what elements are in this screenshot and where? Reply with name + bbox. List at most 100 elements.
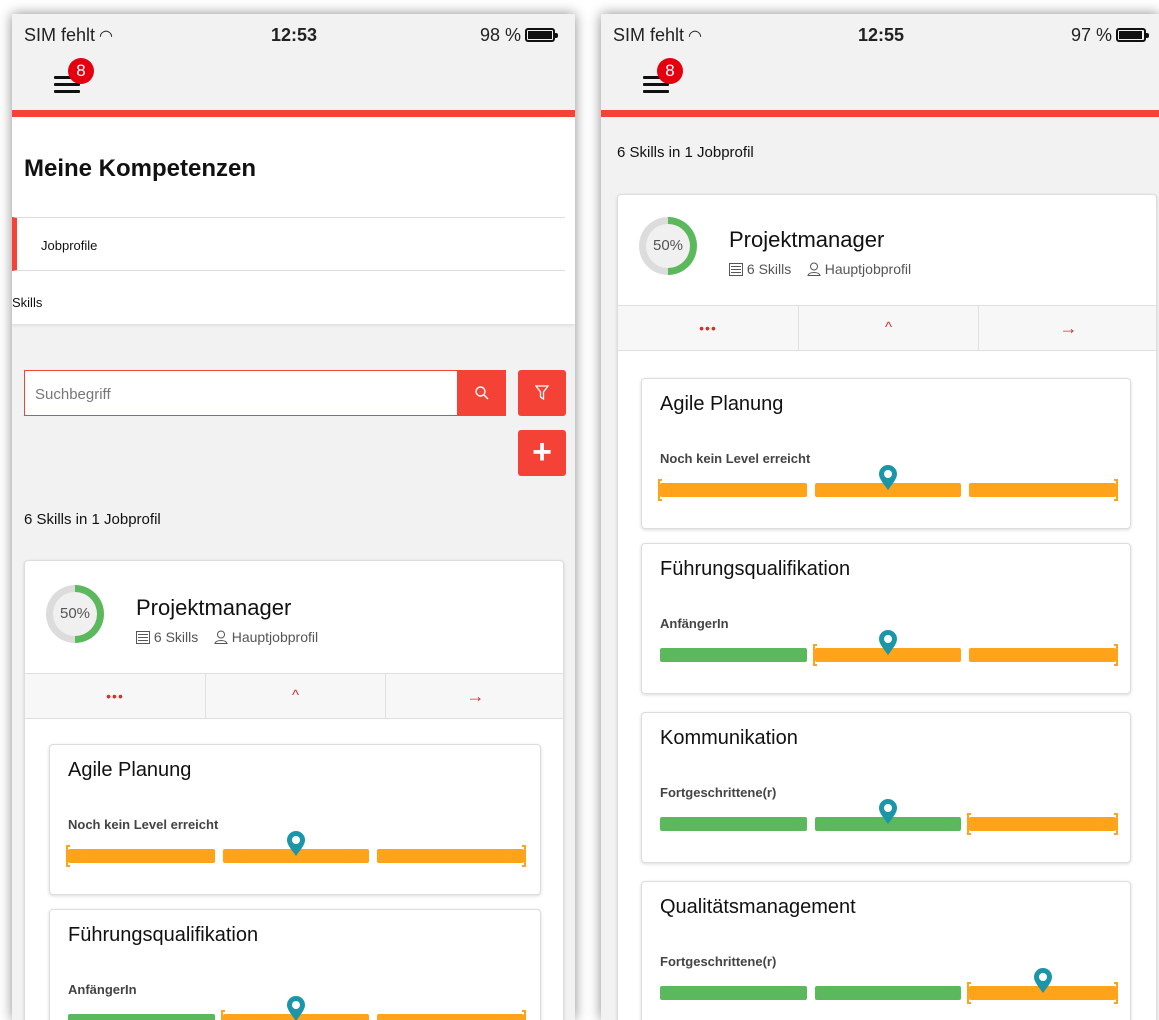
skills-count: 6 Skills [746, 261, 792, 277]
target-marker-icon [287, 831, 305, 856]
range-end-bracket [1114, 644, 1118, 666]
more-icon[interactable]: ••• [618, 306, 798, 350]
skill-card[interactable]: Qualitätsmanagement Fortgeschrittene(r) [641, 881, 1131, 1020]
skill-level-bar [66, 831, 526, 867]
progress-ring: 50% [46, 585, 104, 643]
level-segment-1 [660, 817, 807, 831]
range-start-bracket [220, 1010, 225, 1020]
status-bar: SIM fehlt ◠ 12:53 98 % [12, 14, 575, 58]
wifi-icon: ◠ [688, 28, 702, 45]
skill-card[interactable]: Führungsqualifikation AnfängerIn [49, 909, 541, 1020]
arrow-right-icon[interactable]: → [385, 674, 565, 718]
range-start-bracket [658, 479, 662, 501]
jobprofile-meta: 6 Skills Hauptjobprofil [136, 629, 318, 645]
level-segment-3 [969, 817, 1116, 831]
range-start-bracket [967, 982, 972, 1004]
level-segment-1 [660, 648, 807, 662]
range-start-bracket [66, 845, 70, 867]
skill-name: Führungsqualifikation [68, 924, 259, 946]
arrow-right-icon[interactable]: → [978, 306, 1158, 350]
skills-count: 6 Skills [153, 629, 199, 645]
target-marker-icon [879, 630, 897, 655]
target-marker-icon [287, 996, 305, 1020]
progress-label: 50% [646, 224, 690, 268]
range-start-bracket [967, 813, 972, 835]
skill-name: Qualitätsmanagement [660, 896, 856, 918]
level-segment-1 [660, 483, 807, 497]
skill-level-bar [660, 799, 1118, 835]
skill-card[interactable]: Agile Planung Noch kein Level erreicht [49, 744, 541, 895]
more-icon[interactable]: ••• [25, 674, 205, 718]
chevron-up-icon[interactable]: ^ [798, 306, 978, 350]
target-marker-icon [1033, 968, 1052, 993]
range-end-bracket [1114, 813, 1118, 835]
filter-icon [534, 385, 550, 401]
screenshot-left: SIM fehlt ◠ 12:53 98 % 8 Meine Kompetenze… [12, 14, 575, 1020]
range-end-bracket [1114, 479, 1118, 501]
jobprofile-type: Hauptjobprofil [231, 629, 319, 645]
level-segment-1 [660, 986, 807, 1000]
list-icon [136, 631, 150, 644]
skill-level: Fortgeschrittene(r) [660, 954, 777, 969]
range-end-bracket [1114, 982, 1118, 1004]
skill-card[interactable]: Kommunikation Fortgeschrittene(r) [641, 712, 1131, 863]
top-navigation: 8 [12, 58, 575, 110]
skill-level: AnfängerIn [660, 616, 729, 631]
tab-skills[interactable]: Skills [12, 295, 42, 310]
clock: 12:55 [857, 25, 905, 45]
skill-name: Agile Planung [660, 393, 784, 415]
level-segment-3 [969, 648, 1116, 662]
skill-name: Kommunikation [660, 727, 798, 749]
results-summary: 6 Skills in 1 Jobprofil [617, 144, 754, 161]
skill-level-bar [68, 996, 526, 1020]
skill-level: Noch kein Level erreicht [660, 451, 811, 466]
skill-level: Noch kein Level erreicht [68, 817, 219, 832]
accent-bar [12, 110, 575, 117]
user-icon [807, 262, 821, 276]
progress-label: 50% [53, 592, 97, 636]
accent-bar [601, 110, 1159, 117]
range-end-bracket [522, 845, 526, 867]
level-segment-2 [814, 986, 962, 1000]
status-bar: SIM fehlt ◠ 12:55 97 % [601, 14, 1159, 58]
battery-percent: 97 % [1071, 25, 1113, 45]
skill-name: Agile Planung [68, 759, 192, 781]
skill-level-bar [660, 630, 1118, 666]
search-icon [475, 386, 489, 400]
clock: 12:53 [270, 25, 318, 45]
skill-level-bar [658, 465, 1118, 501]
level-segment-3 [377, 849, 524, 863]
search-input[interactable]: Suchbegriff [24, 370, 458, 416]
jobprofile-actions: ••• ^ → [25, 673, 563, 719]
skill-name: Führungsqualifikation [660, 558, 851, 580]
progress-ring: 50% [639, 217, 697, 275]
skill-level: Fortgeschrittene(r) [660, 785, 777, 800]
carrier-label: SIM fehlt [613, 25, 685, 45]
battery-icon [525, 28, 559, 42]
skill-card[interactable]: Führungsqualifikation AnfängerIn [641, 543, 1131, 694]
header-section: Meine Kompetenzen Jobprofile Skills [12, 117, 575, 324]
jobprofile-card: 50% Projektmanager 6 Skills Hauptjobprof… [617, 194, 1157, 1020]
page-title: Meine Kompetenzen [24, 155, 257, 182]
skill-level: AnfängerIn [68, 982, 137, 997]
chevron-up-icon[interactable]: ^ [205, 674, 385, 718]
add-button[interactable]: + [518, 430, 566, 476]
jobprofile-meta: 6 Skills Hauptjobprofil [729, 261, 911, 277]
battery-percent: 98 % [480, 25, 522, 45]
top-navigation: 8 [601, 58, 1159, 110]
user-icon [214, 630, 228, 644]
skill-level-bar [660, 968, 1118, 1004]
notification-badge[interactable]: 8 [68, 58, 94, 84]
target-marker-icon [879, 799, 897, 824]
skill-card[interactable]: Agile Planung Noch kein Level erreicht [641, 378, 1131, 529]
notification-badge[interactable]: 8 [657, 58, 683, 84]
jobprofile-type: Hauptjobprofil [824, 261, 912, 277]
tab-jobprofile[interactable]: Jobprofile [12, 217, 565, 271]
level-segment-1 [68, 1014, 215, 1020]
level-segment-1 [68, 849, 215, 863]
filter-button[interactable] [518, 370, 566, 416]
range-start-bracket [812, 644, 817, 666]
battery-icon [1116, 28, 1150, 42]
list-icon [729, 263, 743, 276]
search-button[interactable] [458, 370, 506, 416]
